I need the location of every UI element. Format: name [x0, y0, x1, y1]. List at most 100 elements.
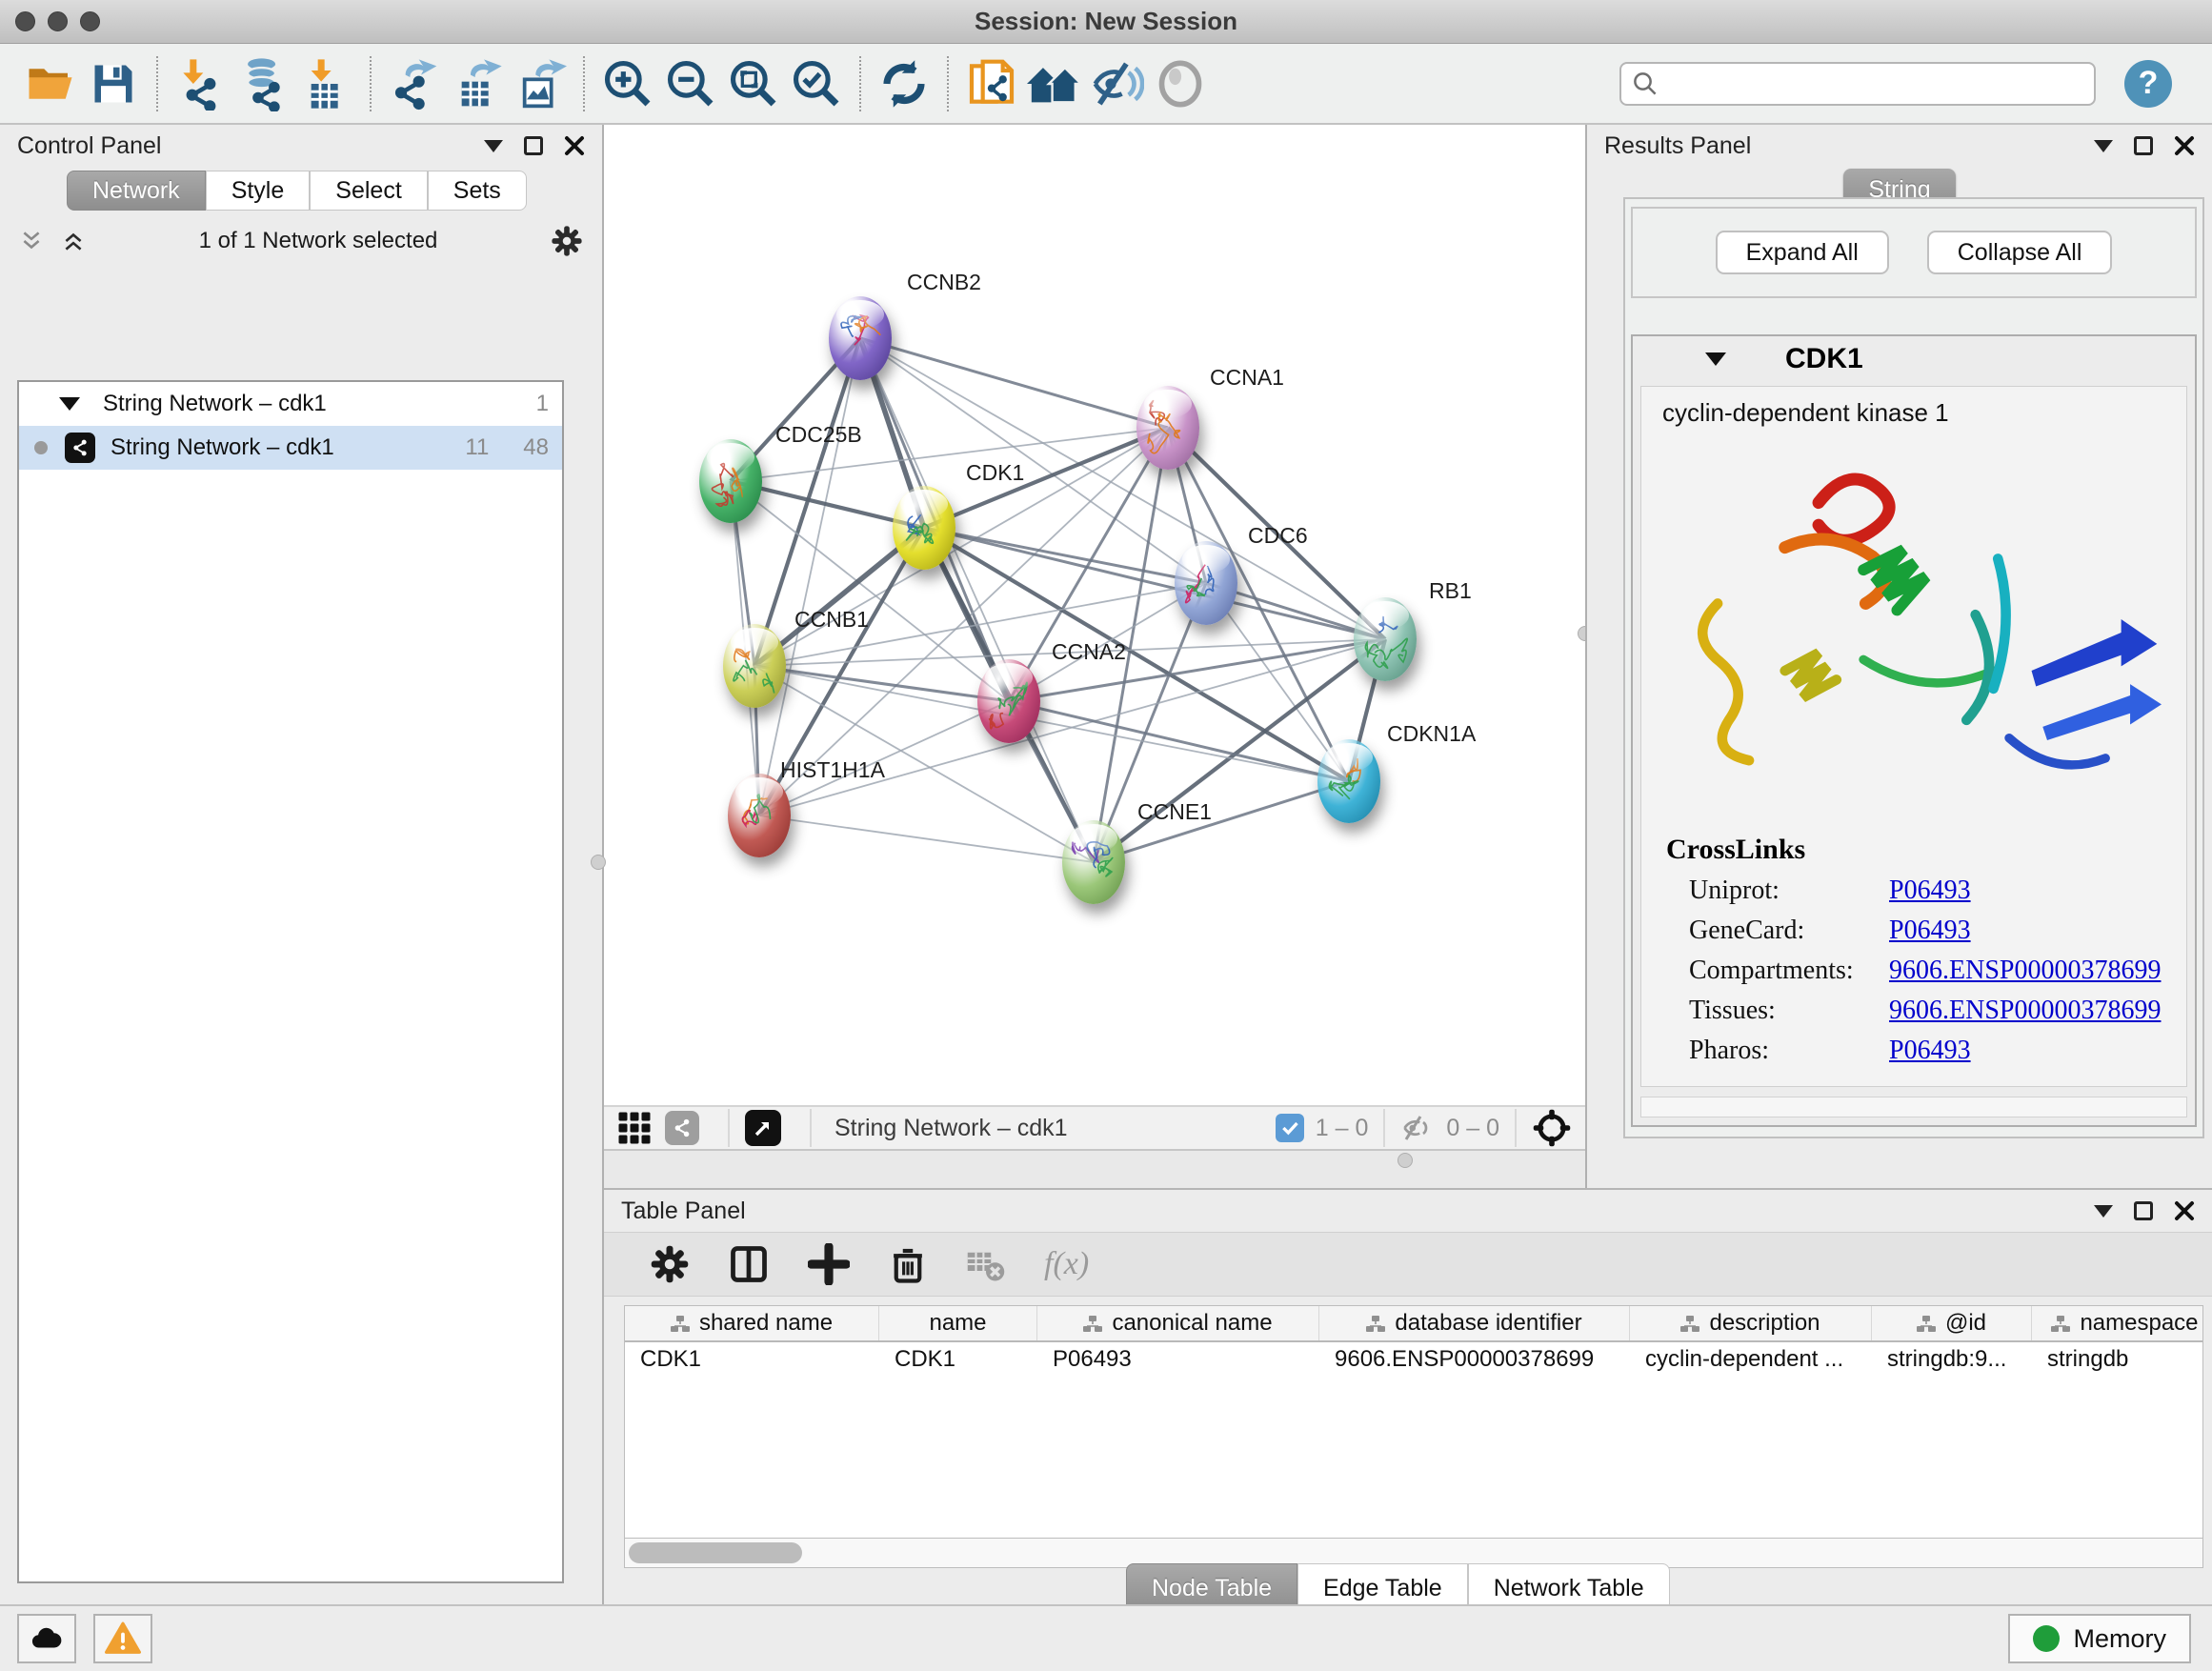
scrollbar-thumb[interactable] — [629, 1542, 802, 1563]
network-node-CCNE1[interactable] — [1062, 820, 1125, 904]
close-panel-icon[interactable] — [2174, 135, 2195, 156]
column-header-canonical-name[interactable]: canonical name — [1037, 1306, 1319, 1340]
column-header-name[interactable]: name — [879, 1306, 1037, 1340]
network-node-CCNB2[interactable] — [829, 296, 892, 380]
float-panel-icon[interactable] — [524, 136, 543, 155]
network-row-selected[interactable]: String Network – cdk1 11 48 — [19, 426, 562, 470]
expand-all-chevron-icon[interactable] — [61, 229, 86, 253]
tab-network[interactable]: Network — [67, 171, 206, 211]
zoom-selected-button[interactable] — [785, 52, 848, 115]
zoom-in-button[interactable] — [596, 52, 659, 115]
zoom-out-button[interactable] — [659, 52, 722, 115]
network-collection-row[interactable]: String Network – cdk1 1 — [19, 382, 562, 426]
float-panel-icon[interactable] — [2134, 1201, 2153, 1220]
clone-network-button[interactable] — [960, 52, 1023, 115]
network-node-CCNA1[interactable] — [1136, 386, 1199, 470]
column-header-namespace[interactable]: namespace — [2032, 1306, 2203, 1340]
edge-count: 48 — [523, 434, 549, 461]
collapse-tree-icon[interactable] — [59, 397, 80, 411]
network-node-CDKN1A[interactable] — [1317, 739, 1380, 823]
network-badge-icon[interactable] — [665, 1111, 699, 1145]
delete-column-trash-icon[interactable] — [888, 1244, 928, 1284]
panel-menu-icon[interactable] — [2094, 140, 2113, 152]
float-panel-icon[interactable] — [2134, 136, 2153, 155]
database-icon — [236, 56, 292, 111]
results-content: Expand All Collapse All CDK1 cyclin-depe… — [1623, 197, 2204, 1138]
save-session-button[interactable] — [82, 52, 145, 115]
table-options-gear-icon[interactable] — [650, 1244, 690, 1284]
crosslink-link[interactable]: P06493 — [1889, 876, 1971, 906]
table-cell[interactable]: P06493 — [1037, 1342, 1319, 1380]
column-header-shared-name[interactable]: shared name — [625, 1306, 879, 1340]
birdseye-crosshair-icon[interactable] — [1532, 1108, 1572, 1148]
import-table-button[interactable] — [295, 52, 358, 115]
tab-sets[interactable]: Sets — [428, 171, 527, 211]
panel-menu-icon[interactable] — [484, 140, 503, 152]
cloud-status-button[interactable] — [17, 1614, 76, 1663]
first-neighbors-button[interactable] — [1023, 52, 1086, 115]
crosslink-link[interactable]: P06493 — [1889, 916, 1971, 946]
network-canvas[interactable]: CCNB2CCNA1CDC25BCDK1CDC6RB1CCNB1CCNA2CDK… — [604, 125, 1585, 1105]
toolbar-separator — [947, 56, 949, 111]
open-session-button[interactable] — [19, 52, 82, 115]
network-node-CDC25B[interactable] — [699, 439, 762, 523]
viewbar-separator — [810, 1109, 812, 1147]
hide-selected-button[interactable] — [1086, 52, 1149, 115]
table-cell[interactable]: CDK1 — [879, 1342, 1037, 1380]
crosslink-label: Tissues: — [1689, 996, 1889, 1026]
panel-menu-icon[interactable] — [2094, 1205, 2113, 1218]
detach-view-button[interactable] — [745, 1110, 781, 1146]
search-input[interactable] — [1659, 66, 2084, 102]
export-network-button[interactable] — [383, 52, 446, 115]
column-header-description[interactable]: description — [1630, 1306, 1872, 1340]
memory-button[interactable]: Memory — [2008, 1614, 2191, 1663]
grid-view-button[interactable] — [617, 1111, 652, 1145]
crosslink-link[interactable]: 9606.ENSP00000378699 — [1889, 996, 2161, 1026]
table-cell[interactable]: cyclin-dependent ... — [1630, 1342, 1872, 1380]
network-node-CDC6[interactable] — [1175, 541, 1237, 625]
table-cell[interactable]: 9606.ENSP00000378699 — [1319, 1342, 1630, 1380]
collapse-all-button[interactable]: Collapse All — [1927, 231, 2113, 274]
export-image-button[interactable] — [509, 52, 572, 115]
gene-section-header[interactable]: CDK1 — [1633, 336, 2195, 382]
column-header-@id[interactable]: @id — [1872, 1306, 2032, 1340]
table-cell[interactable]: CDK1 — [625, 1342, 879, 1380]
export-table-button[interactable] — [446, 52, 509, 115]
refresh-button[interactable] — [873, 52, 935, 115]
close-panel-icon[interactable] — [564, 135, 585, 156]
question-mark-icon: ? — [2139, 65, 2159, 102]
selected-nodes-checkbox[interactable] — [1276, 1114, 1304, 1142]
network-node-RB1[interactable] — [1354, 597, 1417, 681]
network-node-CCNA2[interactable] — [977, 659, 1040, 743]
left-splitter-handle[interactable] — [591, 855, 606, 870]
network-node-HIST1H1A[interactable] — [728, 774, 791, 857]
show-all-button[interactable] — [1149, 52, 1212, 115]
crosslink-link[interactable]: 9606.ENSP00000378699 — [1889, 956, 2161, 986]
warnings-button[interactable] — [93, 1614, 152, 1663]
tab-style[interactable]: Style — [206, 171, 311, 211]
network-node-label: CCNE1 — [1137, 799, 1212, 825]
fit-content-button[interactable] — [722, 52, 785, 115]
current-network-dot-icon — [34, 441, 48, 454]
network-options-gear-icon[interactable] — [551, 225, 583, 257]
import-network-database-button[interactable] — [232, 52, 295, 115]
table-cell[interactable]: stringdb — [2032, 1342, 2203, 1380]
collapse-all-chevron-icon[interactable] — [19, 229, 44, 253]
results-scrollbar[interactable] — [1640, 1097, 2187, 1117]
crosslink-link[interactable]: P06493 — [1889, 1036, 1971, 1066]
import-network-file-button[interactable] — [170, 52, 232, 115]
add-column-plus-icon[interactable] — [808, 1243, 850, 1285]
tab-select[interactable]: Select — [310, 171, 427, 211]
help-button[interactable]: ? — [2124, 60, 2172, 108]
expand-all-button[interactable]: Expand All — [1716, 231, 1889, 274]
function-builder-button[interactable]: f(x) — [1044, 1246, 1089, 1282]
network-node-CCNB1[interactable] — [723, 624, 786, 708]
column-header-database-identifier[interactable]: database identifier — [1319, 1306, 1630, 1340]
table-cell[interactable]: stringdb:9... — [1872, 1342, 2032, 1380]
bottom-splitter-handle[interactable] — [1398, 1153, 1413, 1168]
save-floppy-icon — [89, 59, 138, 109]
collapse-gene-icon[interactable] — [1705, 352, 1726, 366]
close-panel-icon[interactable] — [2174, 1200, 2195, 1221]
network-node-CDK1[interactable] — [893, 486, 955, 570]
show-columns-icon[interactable] — [728, 1243, 770, 1285]
